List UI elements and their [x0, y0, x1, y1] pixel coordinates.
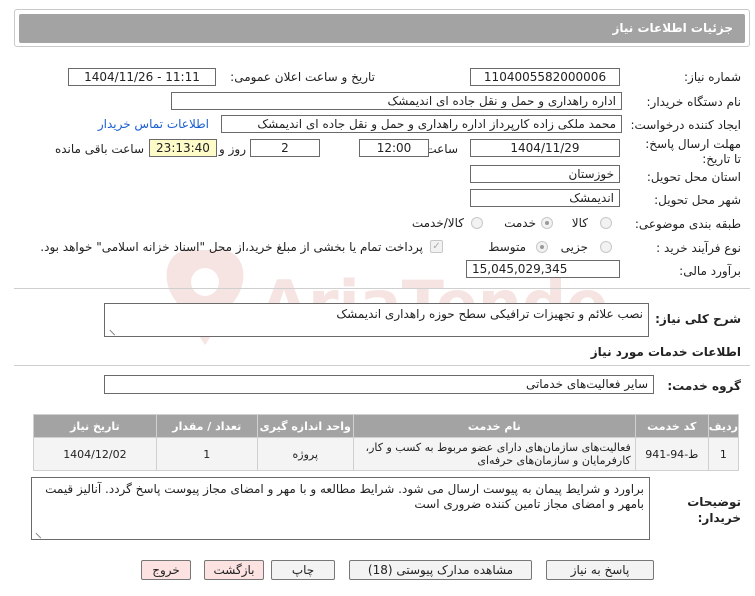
- category-option-service: خدمت: [504, 216, 536, 230]
- category-radio-goods[interactable]: [600, 217, 612, 229]
- col-date: تاریخ نیاز: [33, 414, 157, 438]
- cell-unit: پروژه: [256, 437, 354, 471]
- deadline-time-label: ساعت: [425, 142, 458, 156]
- need-number-label: شماره نیاز:: [684, 70, 741, 84]
- exit-button[interactable]: خروج: [141, 560, 191, 580]
- purchase-option-medium: متوسط: [488, 240, 526, 254]
- deadline-label: مهلت ارسال پاسخ: تا تاریخ:: [645, 137, 741, 166]
- page-header-frame: جزئیات اطلاعات نیاز: [14, 9, 750, 47]
- purchase-radio-medium[interactable]: [536, 241, 548, 253]
- back-button[interactable]: بازگشت: [204, 560, 264, 580]
- page-title-bar: جزئیات اطلاعات نیاز: [19, 14, 745, 43]
- category-radio-service[interactable]: [541, 217, 553, 229]
- page-title: جزئیات اطلاعات نیاز: [612, 21, 733, 35]
- services-section-title: اطلاعات خدمات مورد نیاز: [590, 345, 741, 359]
- buyer-org-field: اداره راهداری و حمل و نقل جاده ای اندیمش…: [171, 92, 622, 110]
- deadline-date-field: 1404/11/29: [470, 139, 620, 157]
- attachments-button[interactable]: مشاهده مدارک پیوستی (18): [349, 560, 532, 580]
- deadline-time-field: 12:00: [359, 139, 429, 157]
- announce-field: 1404/11/26 - 11:11: [68, 68, 216, 86]
- treasury-checkbox[interactable]: ✓: [430, 240, 443, 253]
- col-qty: تعداد / مقدار: [155, 414, 258, 438]
- purchase-type-label: نوع فرآیند خرید :: [656, 241, 741, 255]
- print-button[interactable]: چاپ: [271, 560, 335, 580]
- divider: [14, 288, 750, 289]
- payment-note: پرداخت تمام یا بخشی از مبلغ خرید،از محل …: [40, 240, 423, 254]
- category-option-goods-service: کالا/خدمت: [411, 216, 464, 230]
- category-radio-goods-service[interactable]: [471, 217, 483, 229]
- creator-field: محمد ملکی زاده کارپرداز اداره راهداری و …: [221, 115, 622, 133]
- remaining-label: ساعت باقی مانده: [54, 142, 144, 156]
- cell-qty: 1: [155, 437, 258, 471]
- col-unit: واحد اندازه گیری: [256, 414, 354, 438]
- province-label: استان محل تحویل:: [646, 170, 741, 184]
- announce-label: تاریخ و ساعت اعلان عمومی:: [230, 70, 375, 84]
- table-row: 1 ط-94-941 فعالیت‌های سازمان‌های دارای ع…: [33, 437, 740, 471]
- cell-code: ط-94-941: [634, 437, 709, 471]
- divider: [14, 365, 750, 366]
- city-label: شهر محل تحویل:: [654, 193, 741, 207]
- cell-date: 1404/12/02: [33, 437, 157, 471]
- summary-label: شرح کلی نیاز:: [655, 312, 741, 326]
- purchase-radio-minor[interactable]: [600, 241, 612, 253]
- estimate-field: 15,045,029,345: [466, 260, 620, 278]
- cell-row: 1: [707, 437, 740, 471]
- col-code: کد خدمت: [634, 414, 709, 438]
- days-field: 2: [250, 139, 320, 157]
- purchase-option-minor: جزیی: [560, 240, 588, 254]
- days-label: روز و: [219, 142, 246, 156]
- service-group-field: سایر فعالیت‌های خدماتی: [104, 375, 654, 394]
- services-table: ردیف کد خدمت نام خدمت واحد اندازه گیری ت…: [33, 414, 740, 471]
- creator-label: ایجاد کننده درخواست:: [630, 118, 741, 132]
- table-header-row: ردیف کد خدمت نام خدمت واحد اندازه گیری ت…: [33, 414, 740, 438]
- estimate-label: برآورد مالی:: [679, 264, 741, 278]
- col-row: ردیف: [707, 414, 740, 438]
- remaining-time-field: 23:13:40: [149, 139, 217, 157]
- buyer-notes-label: توضیحات خریدار:: [687, 495, 741, 525]
- service-group-label: گروه خدمت:: [667, 379, 741, 393]
- buyer-notes-field: براورد و شرایط پیمان به پیوست ارسال می ش…: [31, 477, 650, 540]
- province-field: خوزستان: [470, 165, 620, 183]
- col-name: نام خدمت: [352, 414, 636, 438]
- reply-button[interactable]: پاسخ به نیاز: [546, 560, 654, 580]
- watermark-logo: AriaTender.neT: [166, 250, 610, 345]
- buyer-org-label: نام دستگاه خریدار:: [646, 95, 742, 109]
- summary-field: نصب علائم و تجهیزات ترافیکی سطح حوزه راه…: [104, 303, 649, 337]
- category-option-goods: کالا: [571, 216, 588, 230]
- city-field: اندیمشک: [470, 189, 620, 207]
- cell-name: فعالیت‌های سازمان‌های دارای عضو مربوط به…: [352, 437, 636, 471]
- need-number-field: 1104005582000006: [470, 68, 620, 86]
- category-label: طبقه بندی موضوعی:: [634, 217, 741, 231]
- buyer-contact-link[interactable]: اطلاعات تماس خریدار: [98, 117, 209, 131]
